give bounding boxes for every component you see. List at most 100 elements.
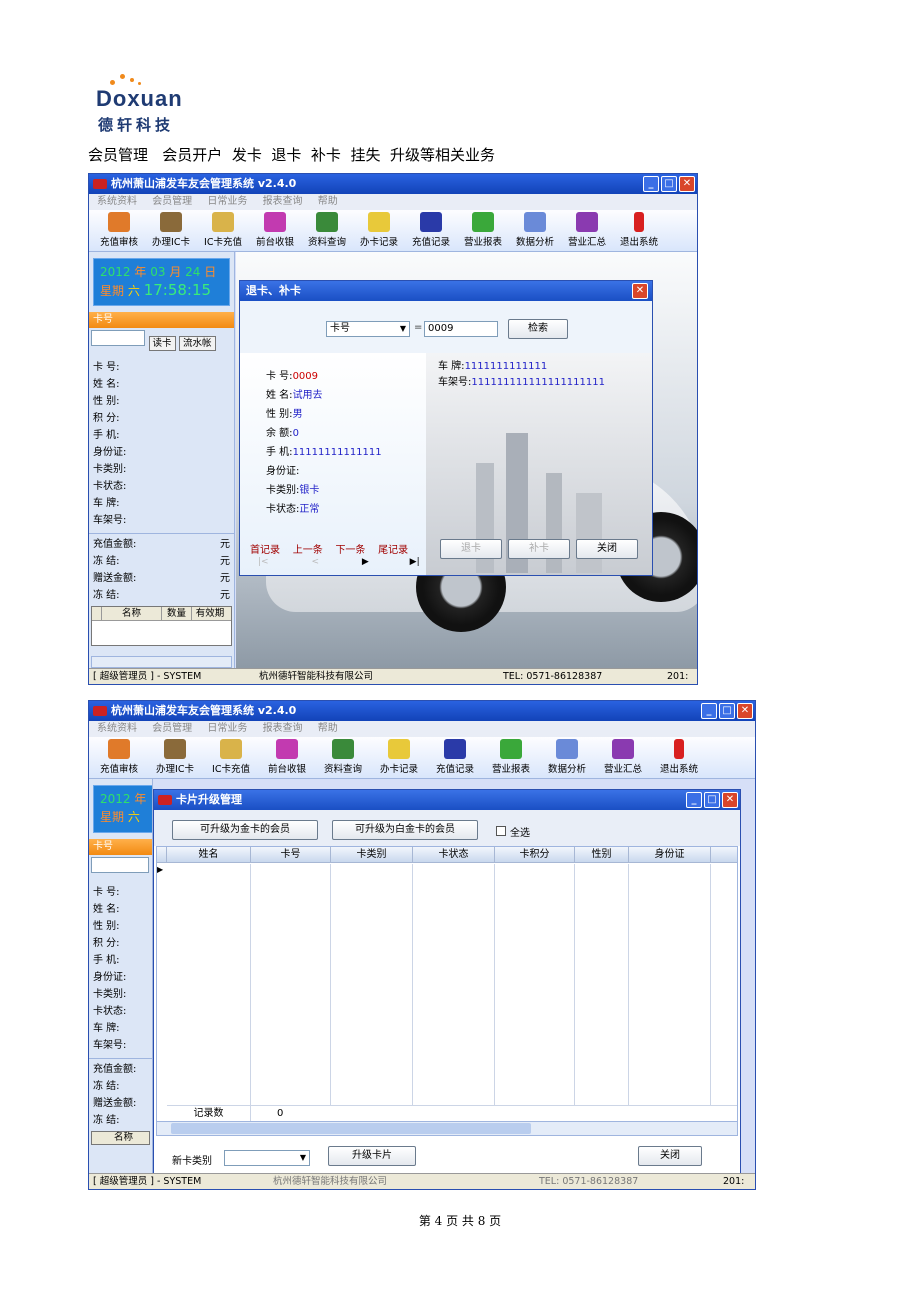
col-card-type[interactable]: 卡类别 xyxy=(331,847,413,862)
maximize-button[interactable]: □ xyxy=(661,176,677,192)
return-reissue-dialog: 退卡、补卡 ✕ 卡号 ▼ = 0009 检索 卡 号:0009 姓 名:试用去 性… xyxy=(239,280,653,576)
search-field-select[interactable]: 卡号 ▼ xyxy=(326,321,410,337)
tool-card-records[interactable]: 办卡记录 xyxy=(373,737,425,778)
tool-query[interactable]: 资料查询 xyxy=(317,737,369,778)
dialog-title: 退卡、补卡 xyxy=(246,284,301,297)
platinum-upgrade-button[interactable]: 可升级为白金卡的会员 xyxy=(332,820,478,840)
minimize-button[interactable]: _ xyxy=(643,176,659,192)
dialog-title-bar: 卡片升级管理 _ □ ✕ xyxy=(154,790,740,810)
next-record-icon[interactable]: ▶ xyxy=(362,557,369,567)
last-record-link[interactable]: 尾记录 xyxy=(378,545,408,556)
card-no-label: 卡号 xyxy=(89,312,234,328)
menu-report[interactable]: 报表查询 xyxy=(263,196,303,207)
palette-icon xyxy=(264,212,286,232)
select-all-checkbox[interactable] xyxy=(496,826,506,836)
summary-icon xyxy=(576,212,598,232)
dialog-minimize-button[interactable]: _ xyxy=(686,792,702,808)
tool-card-records[interactable]: 办卡记录 xyxy=(353,210,405,251)
new-card-type-select[interactable]: ▼ xyxy=(224,1150,310,1166)
books-icon xyxy=(420,212,442,232)
tool-issue-card[interactable]: 办理IC卡 xyxy=(145,210,197,251)
close-button[interactable]: ✕ xyxy=(679,176,695,192)
field-label: 车 牌: xyxy=(93,1023,120,1034)
menu-daily[interactable]: 日常业务 xyxy=(207,196,247,207)
menu-help[interactable]: 帮助 xyxy=(318,196,338,207)
clock-time: 17:58:15 xyxy=(143,281,212,299)
return-card-button[interactable]: 退卡 xyxy=(440,539,502,559)
field-label: 车架号: xyxy=(93,1040,127,1051)
last-record-icon[interactable]: ▶| xyxy=(410,557,420,567)
gift-scrollbar[interactable] xyxy=(91,656,232,668)
prev-record-icon[interactable]: < xyxy=(311,557,319,567)
col-gender[interactable]: 性别 xyxy=(575,847,629,862)
money-unit: 元 xyxy=(220,573,230,584)
tool-data-analysis[interactable]: 数据分析 xyxy=(509,210,561,251)
menu-member[interactable]: 会员管理 xyxy=(152,723,192,734)
menu-system[interactable]: 系统资料 xyxy=(97,196,137,207)
read-card-button[interactable]: 读卡 xyxy=(148,336,176,351)
app-icon xyxy=(93,179,107,189)
row-pointer-icon: ▶ xyxy=(157,865,164,874)
flow-account-button[interactable]: 流水帐 xyxy=(179,336,216,351)
menu-report[interactable]: 报表查询 xyxy=(263,723,303,734)
tool-cashier[interactable]: 前台收银 xyxy=(249,210,301,251)
dialog-close-button[interactable]: 关闭 xyxy=(576,539,638,559)
tool-business-report[interactable]: 营业报表 xyxy=(485,737,537,778)
first-record-icon[interactable]: |< xyxy=(258,557,269,567)
toolbar: 充值审核 办理IC卡 IC卡充值 前台收银 资料查询 办卡记录 充值记录 营业报… xyxy=(89,737,755,779)
tool-cashier[interactable]: 前台收银 xyxy=(261,737,313,778)
tool-recharge-audit[interactable]: 充值审核 xyxy=(93,737,145,778)
search-value-input[interactable]: 0009 xyxy=(424,321,498,337)
tool-recharge-audit[interactable]: 充值审核 xyxy=(93,210,145,251)
tool-exit[interactable]: 退出系统 xyxy=(653,737,705,778)
reissue-card-button[interactable]: 补卡 xyxy=(508,539,570,559)
dialog-close-icon[interactable]: ✕ xyxy=(722,792,738,808)
money-unit: 元 xyxy=(220,556,230,567)
tool-data-analysis[interactable]: 数据分析 xyxy=(541,737,593,778)
app-window-1: 杭州萧山浦发车友会管理系统 v2.4.0 _ □ ✕ 系统资料 会员管理 日常业… xyxy=(88,173,698,685)
upgrade-card-button[interactable]: 升级卡片 xyxy=(328,1146,416,1166)
tool-card-recharge[interactable]: IC卡充值 xyxy=(205,737,257,778)
dialog-close-button[interactable]: 关闭 xyxy=(638,1146,702,1166)
menu-member[interactable]: 会员管理 xyxy=(152,196,192,207)
name-value: 试用去 xyxy=(292,390,323,401)
gift-col-name: 名称 xyxy=(102,607,162,620)
tool-recharge-records[interactable]: 充值记录 xyxy=(429,737,481,778)
col-card-status[interactable]: 卡状态 xyxy=(413,847,495,862)
col-points[interactable]: 卡积分 xyxy=(495,847,575,862)
field-label: 积 分: xyxy=(93,413,120,424)
tool-summary[interactable]: 营业汇总 xyxy=(561,210,613,251)
tool-card-recharge[interactable]: IC卡充值 xyxy=(197,210,249,251)
col-name[interactable]: 姓名 xyxy=(167,847,251,862)
search-button[interactable]: 检索 xyxy=(508,319,568,339)
menu-system[interactable]: 系统资料 xyxy=(97,723,137,734)
menu-bar: 系统资料 会员管理 日常业务 报表查询 帮助 xyxy=(89,194,697,210)
dialog-close-icon[interactable]: ✕ xyxy=(632,283,648,299)
tool-exit[interactable]: 退出系统 xyxy=(613,210,665,251)
card-no-input[interactable] xyxy=(91,857,149,873)
card-no-input[interactable] xyxy=(91,330,145,346)
dialog-maximize-button[interactable]: □ xyxy=(704,792,720,808)
tool-business-report[interactable]: 营业报表 xyxy=(457,210,509,251)
tool-query[interactable]: 资料查询 xyxy=(301,210,353,251)
money-label: 冻 结: xyxy=(93,1115,120,1126)
tool-summary[interactable]: 营业汇总 xyxy=(597,737,649,778)
col-id[interactable]: 身份证 xyxy=(629,847,711,862)
col-card-no[interactable]: 卡号 xyxy=(251,847,331,862)
field-label: 卡状态: xyxy=(93,481,127,492)
tool-recharge-records[interactable]: 充值记录 xyxy=(405,210,457,251)
maximize-button[interactable]: □ xyxy=(719,703,735,719)
first-record-link[interactable]: 首记录 xyxy=(250,545,280,556)
field-label: 车架号: xyxy=(93,515,127,526)
money-label: 充值金额: xyxy=(93,1064,137,1075)
field-label: 身份证: xyxy=(93,972,127,983)
minimize-button[interactable]: _ xyxy=(701,703,717,719)
gold-upgrade-button[interactable]: 可升级为金卡的会员 xyxy=(172,820,318,840)
menu-daily[interactable]: 日常业务 xyxy=(207,723,247,734)
menu-help[interactable]: 帮助 xyxy=(318,723,338,734)
grid-horizontal-scrollbar[interactable] xyxy=(157,1121,737,1135)
close-button[interactable]: ✕ xyxy=(737,703,753,719)
next-record-link[interactable]: 下一条 xyxy=(335,545,365,556)
prev-record-link[interactable]: 上一条 xyxy=(293,545,323,556)
tool-issue-card[interactable]: 办理IC卡 xyxy=(149,737,201,778)
